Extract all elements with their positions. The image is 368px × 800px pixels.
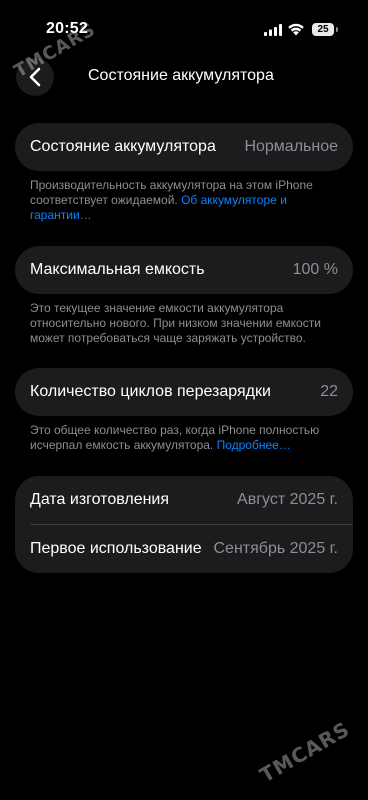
first-use-label: Первое использование — [30, 540, 202, 557]
wifi-icon — [288, 23, 304, 36]
cycle-count-note: Это общее количество раз, когда iPhone п… — [30, 423, 350, 453]
navigation-bar: Состояние аккумулятора — [0, 58, 368, 98]
manufacture-date-value: Август 2025 г. — [237, 491, 338, 508]
max-capacity-row: Максимальная емкость 100 % — [15, 246, 353, 294]
battery-health-value: Нормальное — [244, 138, 338, 155]
manufacture-date-row: Дата изготовления Август 2025 г. — [15, 476, 353, 524]
learn-more-link[interactable]: Подробнее… — [217, 438, 291, 452]
battery-health-note: Производительность аккумулятора на этом … — [30, 178, 350, 223]
max-capacity-card: Максимальная емкость 100 % — [15, 246, 353, 294]
cycle-count-label: Количество циклов перезарядки — [30, 383, 271, 400]
cycle-count-value: 22 — [320, 383, 338, 400]
battery-tip — [336, 27, 338, 32]
max-capacity-value: 100 % — [292, 261, 338, 278]
battery-health-label: Состояние аккумулятора — [30, 138, 216, 155]
max-capacity-note-text: Это текущее значение емкости аккумулятор… — [30, 301, 321, 345]
cycle-count-card: Количество циклов перезарядки 22 — [15, 368, 353, 416]
max-capacity-note: Это текущее значение емкости аккумулятор… — [30, 301, 350, 346]
battery-dates-card: Дата изготовления Август 2025 г. Первое … — [15, 476, 353, 573]
max-capacity-label: Максимальная емкость — [30, 261, 205, 278]
cellular-signal-icon — [264, 24, 282, 36]
cycle-count-row: Количество циклов перезарядки 22 — [15, 368, 353, 416]
page-title: Состояние аккумулятора — [88, 67, 274, 84]
battery-health-card: Состояние аккумулятора Нормальное — [15, 123, 353, 171]
watermark-bottom: TMCARS — [255, 716, 354, 788]
manufacture-date-label: Дата изготовления — [30, 491, 170, 508]
battery-icon: 25 — [312, 23, 334, 36]
first-use-value: Сентябрь 2025 г. — [213, 540, 339, 557]
first-use-row: Первое использование Сентябрь 2025 г. — [15, 525, 353, 573]
battery-health-row: Состояние аккумулятора Нормальное — [15, 123, 353, 171]
